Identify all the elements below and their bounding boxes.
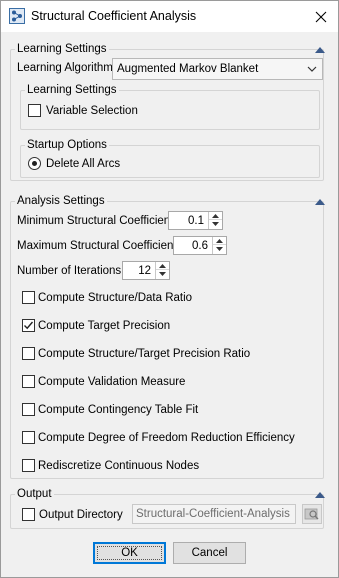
analysis-option-row[interactable]: Rediscretize Continuous Nodes — [22, 458, 312, 474]
output-group: Output Output Directory Structural-Coeff… — [10, 487, 325, 529]
analysis-option-row[interactable]: Compute Structure/Data Ratio — [22, 290, 312, 306]
iterations-value: 12 — [138, 265, 151, 277]
validation-measure-label: Compute Validation Measure — [38, 376, 186, 388]
learning-subsettings-group: Learning Settings Variable Selection — [20, 83, 320, 130]
chevron-down-icon — [306, 63, 318, 75]
cancel-button-label: Cancel — [191, 547, 228, 559]
max-coefficient-spinner[interactable]: 0.6 — [173, 236, 227, 255]
variable-selection-checkbox[interactable] — [28, 104, 41, 117]
analysis-option-row[interactable]: Compute Target Precision — [22, 318, 312, 334]
dof-reduction-checkbox[interactable] — [22, 431, 35, 444]
learning-algorithm-select[interactable]: Augmented Markov Blanket — [112, 58, 323, 80]
window-title: Structural Coefficient Analysis — [31, 9, 197, 23]
startup-options-group: Startup Options Delete All Arcs — [20, 138, 320, 178]
browse-button[interactable] — [302, 504, 322, 524]
min-coefficient-value: 0.1 — [188, 215, 204, 227]
analysis-option-row[interactable]: Compute Contingency Table Fit — [22, 402, 312, 418]
close-button[interactable] — [304, 1, 338, 32]
collapse-arrow-icon[interactable] — [315, 197, 325, 205]
spinner-up-button[interactable] — [209, 212, 222, 220]
output-title: Output — [15, 487, 54, 501]
contingency-table-fit-label: Compute Contingency Table Fit — [38, 404, 199, 416]
structure-target-ratio-label: Compute Structure/Target Precision Ratio — [38, 348, 251, 360]
iterations-label: Number of Iterations — [17, 265, 122, 277]
rediscretize-checkbox[interactable] — [22, 459, 35, 472]
learning-settings-title: Learning Settings — [15, 42, 109, 56]
spinner-down-button[interactable] — [209, 220, 222, 228]
spinner-up-button[interactable] — [156, 262, 169, 270]
structure-data-ratio-label: Compute Structure/Data Ratio — [38, 292, 193, 304]
spinner-down-button[interactable] — [213, 245, 226, 253]
spinner-up-button[interactable] — [213, 237, 226, 245]
learning-settings-group: Learning Settings Learning Algorithm Aug… — [10, 42, 325, 181]
analysis-settings-group: Analysis Settings Minimum Structural Coe… — [10, 194, 325, 479]
collapse-arrow-icon[interactable] — [315, 490, 325, 498]
validation-measure-checkbox[interactable] — [22, 375, 35, 388]
delete-all-arcs-radio[interactable] — [28, 157, 41, 170]
cancel-button[interactable]: Cancel — [173, 542, 246, 564]
output-directory-value: Structural-Coefficient-Analysis — [136, 508, 290, 520]
min-coefficient-spinner[interactable]: 0.1 — [168, 211, 223, 230]
output-directory-checkbox[interactable] — [22, 508, 35, 521]
focus-ring — [97, 546, 162, 560]
max-coefficient-label: Maximum Structural Coefficient — [17, 240, 177, 252]
close-icon — [315, 11, 327, 22]
learning-subsettings-title: Learning Settings — [25, 83, 119, 97]
learning-algorithm-value: Augmented Markov Blanket — [117, 63, 259, 75]
dialog-window: Structural Coefficient Analysis Learning… — [0, 0, 339, 578]
ok-button[interactable]: OK — [93, 542, 166, 564]
folder-search-icon — [304, 508, 319, 520]
dof-reduction-label: Compute Degree of Freedom Reduction Effi… — [38, 432, 295, 444]
title-bar[interactable]: Structural Coefficient Analysis — [1, 1, 338, 32]
contingency-table-fit-checkbox[interactable] — [22, 403, 35, 416]
spinner-down-button[interactable] — [156, 270, 169, 278]
min-coefficient-label: Minimum Structural Coefficient — [17, 215, 174, 227]
network-app-icon — [9, 8, 25, 24]
checkmark-icon — [24, 321, 34, 330]
collapse-arrow-icon[interactable] — [315, 45, 325, 53]
analysis-option-row[interactable]: Compute Structure/Target Precision Ratio — [22, 346, 312, 362]
target-precision-checkbox[interactable] — [22, 319, 35, 332]
iterations-spinner[interactable]: 12 — [122, 261, 170, 280]
rediscretize-label: Rediscretize Continuous Nodes — [38, 460, 200, 472]
variable-selection-label: Variable Selection — [46, 105, 138, 117]
output-directory-label: Output Directory — [39, 509, 123, 521]
learning-algorithm-label: Learning Algorithm — [17, 62, 113, 74]
analysis-option-row[interactable]: Compute Degree of Freedom Reduction Effi… — [22, 430, 312, 446]
structure-data-ratio-checkbox[interactable] — [22, 291, 35, 304]
startup-options-title: Startup Options — [25, 138, 109, 152]
analysis-settings-title: Analysis Settings — [15, 194, 107, 208]
analysis-option-row[interactable]: Compute Validation Measure — [22, 374, 312, 390]
delete-all-arcs-label: Delete All Arcs — [46, 158, 121, 170]
max-coefficient-value: 0.6 — [192, 240, 208, 252]
structure-target-ratio-checkbox[interactable] — [22, 347, 35, 360]
output-directory-field[interactable]: Structural-Coefficient-Analysis — [132, 504, 296, 524]
radio-selected-dot — [32, 161, 37, 166]
target-precision-label: Compute Target Precision — [38, 320, 171, 332]
